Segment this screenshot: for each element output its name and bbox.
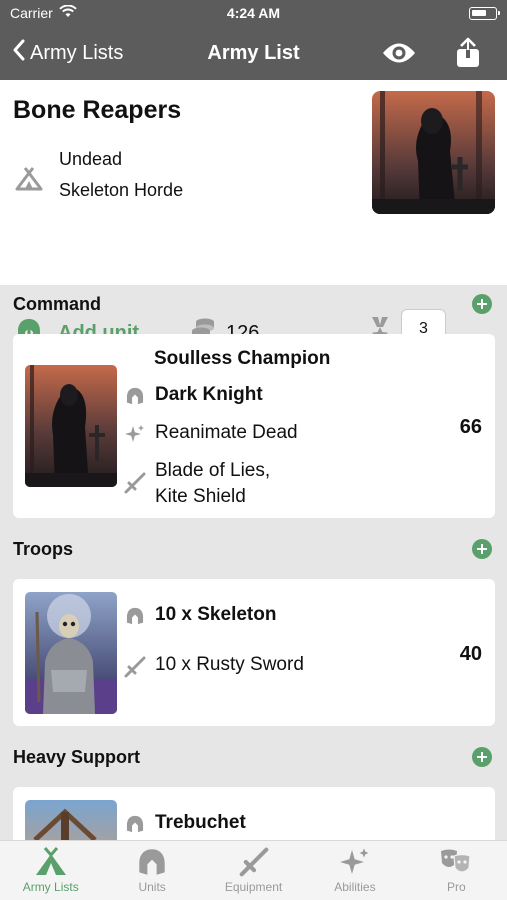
tab-label: Units — [138, 880, 166, 894]
back-button[interactable]: Army Lists — [12, 39, 123, 67]
unit-type-row: Trebuchet — [123, 812, 246, 834]
tab-units[interactable]: Units — [101, 841, 202, 900]
share-button[interactable] — [455, 37, 481, 74]
tab-label: Equipment — [224, 880, 283, 894]
unit-type-row: Dark Knight — [123, 384, 263, 406]
back-label: Army Lists — [30, 41, 124, 64]
helmet-icon — [123, 812, 147, 834]
army-name: Bone Reapers — [13, 96, 182, 124]
unit-equipment-row: 10 x Rusty Sword — [123, 654, 304, 678]
tent-icon — [14, 167, 44, 196]
add-troops-unit-button[interactable] — [472, 539, 492, 559]
unit-equipment: 10 x Rusty Sword — [155, 654, 304, 675]
sword-icon — [123, 654, 147, 678]
army-image[interactable] — [372, 91, 495, 214]
tab-label: Army Lists — [22, 880, 79, 894]
add-heavy-support-unit-button[interactable] — [472, 747, 492, 767]
section-header-troops: Troops — [0, 531, 507, 567]
tent-icon — [35, 847, 66, 875]
unit-type: 10 x Skeleton — [155, 604, 277, 625]
section-title: Troops — [13, 539, 74, 559]
unit-points: 40 — [459, 643, 482, 665]
unit-equipment-row: Blade of Lies, Kite Shield — [123, 458, 270, 510]
clock: 4:24 AM — [226, 5, 281, 21]
helmet-icon — [123, 384, 147, 406]
navigation-bar: Army Lists Army List — [0, 28, 507, 80]
chevron-left-icon — [12, 39, 26, 67]
unit-points: 66 — [459, 416, 482, 438]
sword-icon — [239, 847, 268, 877]
unit-image — [25, 365, 117, 487]
unit-type-row: 10 x Skeleton — [123, 604, 276, 626]
unit-ability-row: Reanimate Dead — [123, 422, 298, 444]
status-bar: Carrier 4:24 AM — [0, 0, 507, 28]
unit-card-command[interactable]: Soulless Champion Dark Knight Reanimate … — [13, 334, 495, 518]
tab-equipment[interactable]: Equipment — [203, 841, 304, 900]
add-command-unit-button[interactable] — [472, 294, 492, 314]
tab-army-lists[interactable]: Army Lists — [0, 841, 101, 900]
masks-icon — [441, 849, 471, 873]
share-icon — [457, 37, 479, 67]
helmet-icon — [139, 849, 165, 875]
section-title: Command — [13, 294, 102, 314]
preview-button[interactable] — [381, 40, 417, 71]
section-header-command: Command — [0, 286, 507, 322]
eye-icon — [383, 43, 415, 63]
unit-card-troops[interactable]: 10 x Skeleton 10 x Rusty Sword 40 — [13, 579, 495, 726]
unit-type: Dark Knight — [155, 384, 263, 405]
sparkles-icon — [339, 848, 369, 874]
tab-bar: Army Lists Units Equipment Abilities Pro — [0, 840, 507, 900]
section-header-heavy-support: Heavy Support — [0, 739, 507, 775]
battery-icon — [469, 7, 500, 20]
sparkles-icon — [123, 422, 147, 444]
unit-type: Trebuchet — [155, 812, 246, 833]
helmet-icon — [123, 604, 147, 626]
subfaction-label: Skeleton Horde — [59, 180, 184, 200]
section-title: Heavy Support — [13, 747, 141, 767]
unit-image — [25, 592, 117, 714]
tab-pro[interactable]: Pro — [406, 841, 507, 900]
tab-abilities[interactable]: Abilities — [304, 841, 405, 900]
unit-name: Soulless Champion — [154, 348, 331, 369]
unit-equipment-line-2: Kite Shield — [155, 486, 246, 507]
unit-ability: Reanimate Dead — [155, 422, 298, 443]
tab-label: Pro — [446, 880, 466, 894]
tab-label: Abilities — [334, 880, 376, 894]
unit-equipment-line-1: Blade of Lies, — [155, 460, 271, 481]
sword-icon — [123, 458, 147, 494]
army-header: Bone Reapers Undead Skeleton Horde Add u… — [0, 80, 507, 349]
faction-label: Undead — [59, 149, 123, 169]
